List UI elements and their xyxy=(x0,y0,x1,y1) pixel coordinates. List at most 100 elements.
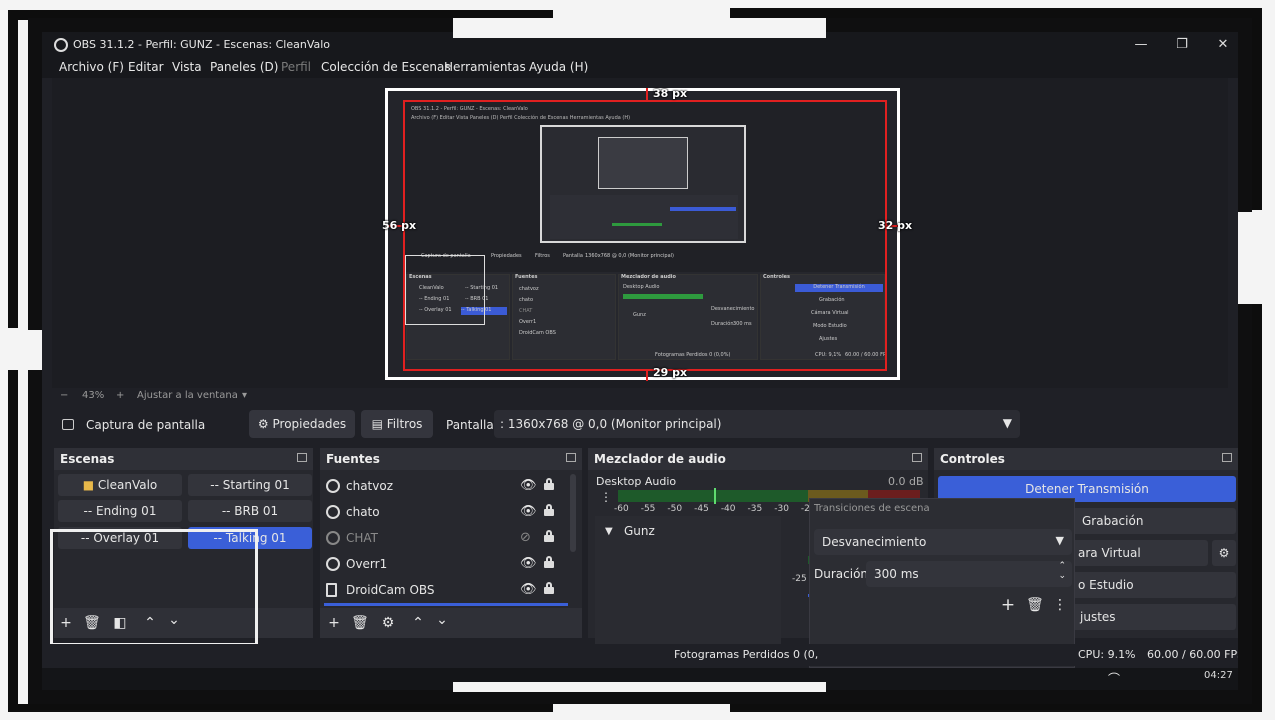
dropdown-item-gunz[interactable]: Gunz xyxy=(624,524,655,538)
frame-tab-left xyxy=(18,330,42,370)
caret-down-icon[interactable]: ▾ xyxy=(242,390,247,401)
menu-herramientas[interactable]: Herramientas xyxy=(444,60,526,74)
transition-type-select[interactable]: Desvanecimiento ▼ xyxy=(814,529,1072,555)
preview-area[interactable]: OBS 31.1.2 - Perfil: GUNZ - Escenas: Cle… xyxy=(52,78,1228,388)
source-item[interactable]: CHAT ⊘ xyxy=(320,526,568,552)
virtual-cam-settings[interactable]: ⚙ xyxy=(1212,540,1236,566)
menu-perfil[interactable]: Perfil xyxy=(281,60,311,74)
mixer-menu-icon[interactable]: ⋮ xyxy=(600,490,612,504)
overlay-highlight-box xyxy=(50,529,258,646)
gear-icon[interactable]: ⚙ xyxy=(380,615,396,631)
trash-icon[interactable]: 🗑 xyxy=(351,615,369,631)
zoom-in-button[interactable]: + xyxy=(116,390,124,401)
mini-source-2: CHAT xyxy=(519,308,533,314)
frame-bottom xyxy=(8,704,553,712)
db-ticks: -60-55-50-45-40-35-30-25 xyxy=(614,504,816,514)
float-dock-icon[interactable] xyxy=(566,453,576,462)
scene-brb[interactable]: -- BRB 01 xyxy=(188,500,312,522)
eye-hidden-icon[interactable]: ⊘ xyxy=(520,530,531,545)
source-item[interactable]: chatvoz 👁 xyxy=(320,474,568,500)
sources-scrollbar[interactable] xyxy=(570,474,576,552)
preview-canvas[interactable]: OBS 31.1.2 - Perfil: GUNZ - Escenas: Cle… xyxy=(382,87,912,381)
lock-icon[interactable] xyxy=(544,478,554,490)
frame-tab-bottom xyxy=(453,682,826,692)
eye-icon[interactable]: 👁 xyxy=(520,478,537,493)
mini-virtual: Cámara Virtual xyxy=(811,310,849,316)
menu-vista[interactable]: Vista xyxy=(172,60,202,74)
audio-device-dropdown[interactable]: ▼ Gunz xyxy=(595,516,781,656)
status-bar: Fotogramas Perdidos 0 (0, CPU: 9.1% 60.0… xyxy=(42,644,1238,666)
gear-icon: ⚙ xyxy=(257,417,269,431)
menu-paneles[interactable]: Paneles (D) xyxy=(210,60,278,74)
menu-editar[interactable]: Editar xyxy=(128,60,164,74)
guide-label-bottom: 29 px xyxy=(653,366,688,379)
eye-icon[interactable]: 👁 xyxy=(520,504,537,519)
add-transition-button[interactable]: + xyxy=(1000,595,1016,615)
duration-label: Duración xyxy=(814,567,869,581)
move-up-icon[interactable]: ⌃ xyxy=(410,615,426,631)
duration-input[interactable]: 300 ms ⌃ ⌄ xyxy=(866,561,1072,587)
lock-icon[interactable] xyxy=(544,504,554,516)
mini-record: Grabación xyxy=(819,297,845,303)
menu-bar: Archivo (F) Editar Vista Paneles (D) Per… xyxy=(42,58,1238,78)
fps-readout: 60.00 / 60.00 FPS xyxy=(1147,648,1238,661)
more-options-icon[interactable]: ⋮ xyxy=(1052,597,1068,613)
monitor-select[interactable]: : 1360x768 @ 0,0 (Monitor principal) ▼ xyxy=(494,410,1020,438)
obs-logo-icon xyxy=(54,38,68,52)
zoom-value: 43% xyxy=(82,390,105,401)
transitions-title: Transiciones de escena xyxy=(814,503,930,514)
menu-coleccion[interactable]: Colección de Escenas xyxy=(321,60,451,74)
controls-title: Controles xyxy=(934,448,1238,470)
float-dock-icon[interactable] xyxy=(912,453,922,462)
mini-dropped: Fotogramas Perdidos 0 (0,0%) xyxy=(655,352,731,358)
restore-icon[interactable]: ❐ xyxy=(1173,36,1191,54)
scene-transitions-panel: Transiciones de escena Desvanecimiento ▼… xyxy=(809,498,1075,668)
duration-value: 300 ms xyxy=(874,567,919,581)
mini-source-4: DroidCam OBS xyxy=(519,330,556,336)
mini-mixer-title: Mezclador de audio xyxy=(621,274,676,280)
filters-button[interactable]: ▤ Filtros xyxy=(361,410,433,438)
menu-ayuda[interactable]: Ayuda (H) xyxy=(529,60,588,74)
monitor-value: : 1360x768 @ 0,0 (Monitor principal) xyxy=(500,417,722,431)
move-down-icon[interactable]: ⌄ xyxy=(434,612,450,628)
spin-up-icon[interactable]: ⌃ xyxy=(1058,561,1066,571)
mini-duration-label: Duración xyxy=(711,321,734,327)
mini-sources-title: Fuentes xyxy=(515,274,538,280)
frame-right-bottom xyxy=(1252,304,1262,712)
fit-window-label[interactable]: Ajustar a la ventana xyxy=(137,390,238,401)
scene-cleanvalo[interactable]: ■ CleanValo xyxy=(58,474,182,496)
lock-icon[interactable] xyxy=(544,556,554,568)
float-dock-icon[interactable] xyxy=(1222,453,1232,462)
filter-icon: ▤ xyxy=(371,417,383,431)
mini-controls-title: Controles xyxy=(763,274,791,280)
mini-fps: 60.00 / 60.00 FPS xyxy=(845,352,887,358)
eye-icon[interactable]: 👁 xyxy=(520,556,537,571)
source-item[interactable]: Overr1 👁 xyxy=(320,552,568,578)
selected-source-box[interactable]: OBS 31.1.2 - Perfil: GUNZ - Escenas: Cle… xyxy=(403,100,887,371)
menu-archivo[interactable]: Archivo (F) xyxy=(59,60,124,74)
source-item[interactable]: chato 👁 xyxy=(320,500,568,526)
float-dock-icon[interactable] xyxy=(297,453,307,462)
minimize-icon[interactable]: — xyxy=(1132,36,1150,54)
lock-icon[interactable] xyxy=(544,530,554,542)
guide-label-top: 38 px xyxy=(653,87,688,100)
dropped-frames: Fotogramas Perdidos 0 (0, xyxy=(674,648,819,661)
mini-filters: Filtros xyxy=(535,253,550,259)
scene-ending[interactable]: -- Ending 01 xyxy=(58,500,182,522)
spin-down-icon[interactable]: ⌄ xyxy=(1058,571,1066,581)
properties-button[interactable]: ⚙ Propiedades xyxy=(249,410,355,438)
browser-source-icon xyxy=(326,505,340,519)
guide-bottom xyxy=(646,371,648,381)
zoom-out-button[interactable]: − xyxy=(60,390,68,401)
mixer-title: Mezclador de audio xyxy=(588,448,928,470)
clock: 04:27 xyxy=(1204,670,1233,681)
scene-starting[interactable]: -- Starting 01 xyxy=(188,474,312,496)
lock-icon[interactable] xyxy=(544,582,554,594)
trash-icon[interactable]: 🗑 xyxy=(1026,597,1044,613)
eye-icon[interactable]: 👁 xyxy=(520,582,537,597)
source-item[interactable]: DroidCam OBS 👁 xyxy=(320,578,568,604)
mini-title: OBS 31.1.2 - Perfil: GUNZ - Escenas: Cle… xyxy=(411,106,528,112)
close-icon[interactable]: ✕ xyxy=(1214,36,1232,54)
add-source-button[interactable]: + xyxy=(326,615,342,631)
mini-monitor: 1360x768 @ 0,0 (Monitor principal) xyxy=(585,253,674,259)
